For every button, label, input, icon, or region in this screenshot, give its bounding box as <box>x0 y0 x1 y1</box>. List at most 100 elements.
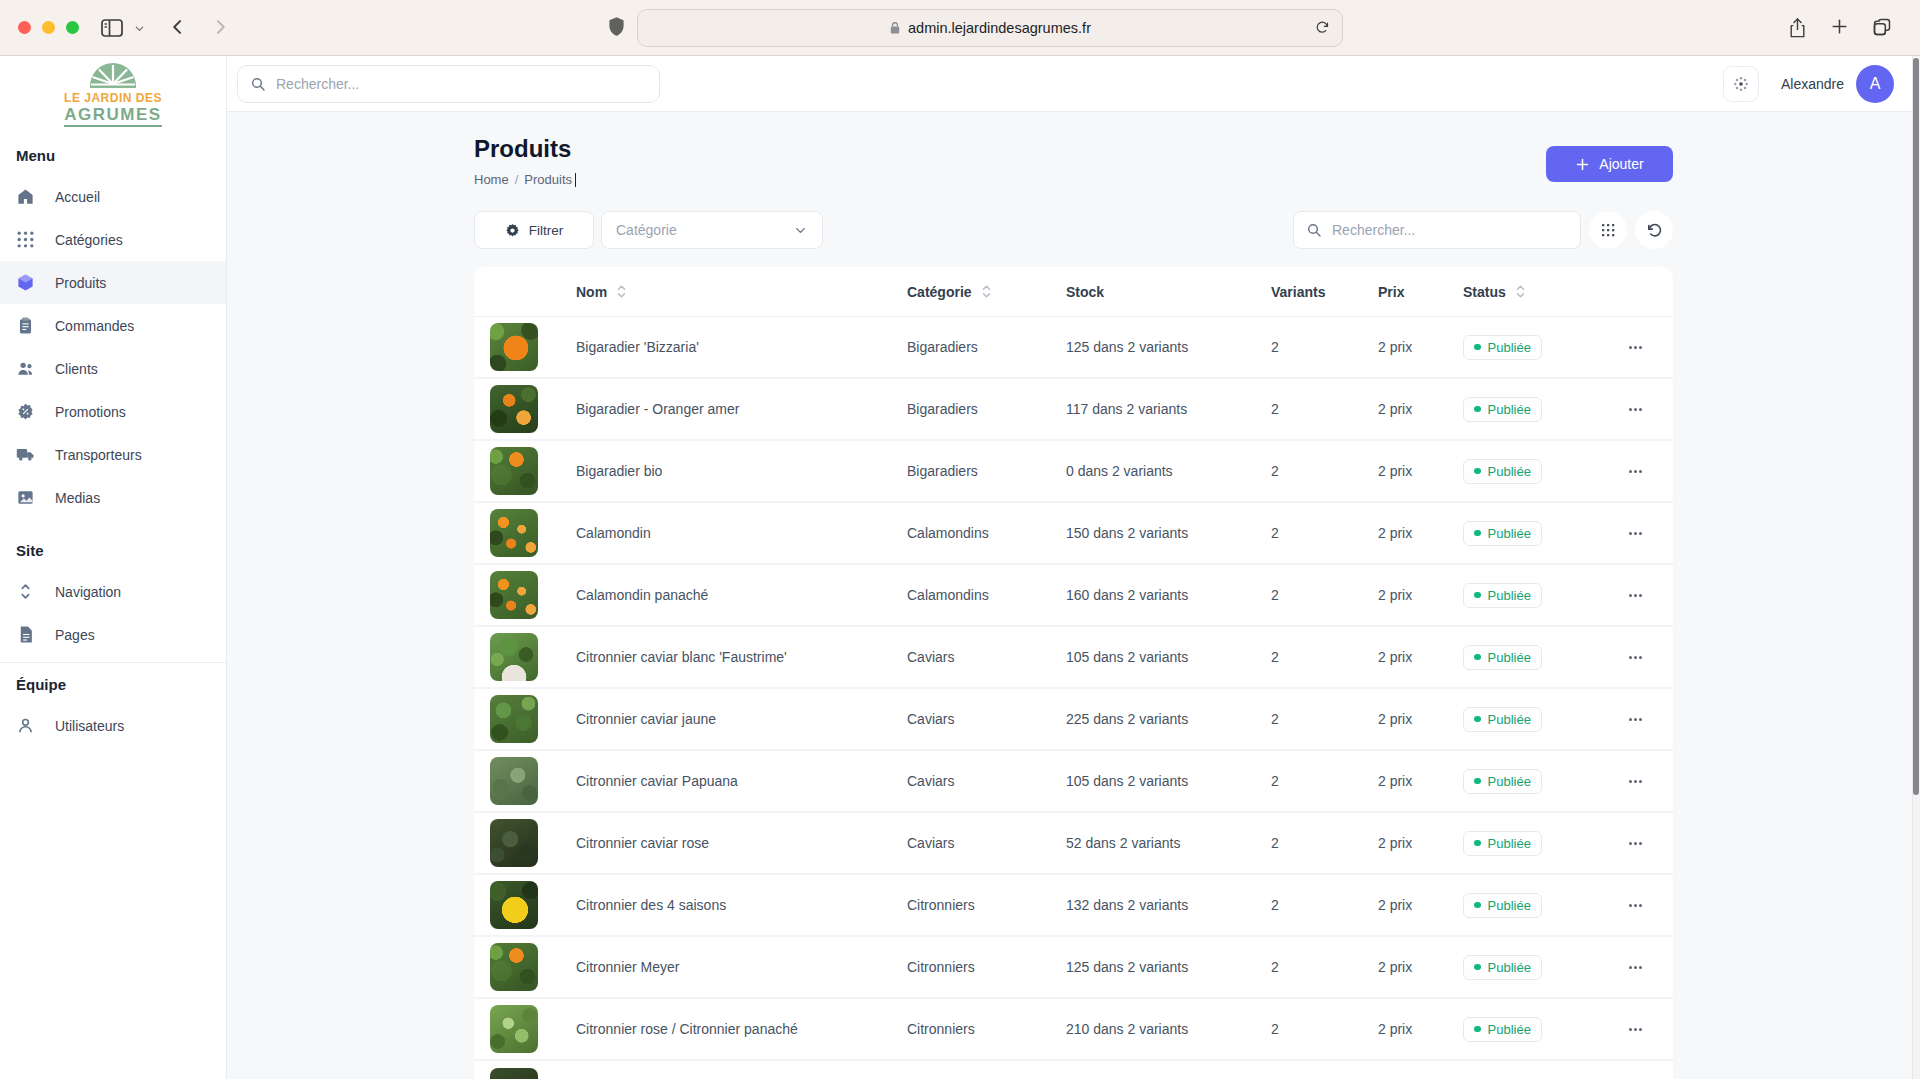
table-search[interactable] <box>1293 211 1581 249</box>
global-search-input[interactable] <box>276 76 647 92</box>
sidebar-item-utilisateurs[interactable]: Utilisateurs <box>0 704 226 747</box>
sidebar-item-medias[interactable]: Medias <box>0 476 226 519</box>
sidebar-nav: MenuAccueilCatégoriesProduitsCommandesCl… <box>0 146 226 747</box>
row-actions-button[interactable] <box>1597 532 1673 535</box>
column-header-cat-gorie[interactable]: Catégorie <box>891 284 1050 300</box>
cell-stock: 117 dans 2 variants <box>1050 401 1255 417</box>
table-search-input[interactable] <box>1332 222 1568 238</box>
row-actions-button[interactable] <box>1597 656 1673 659</box>
row-actions-button[interactable] <box>1597 594 1673 597</box>
column-header-variants: Variants <box>1255 284 1362 300</box>
cell-category: Caviars <box>891 649 1050 665</box>
minimize-window-button[interactable] <box>42 21 55 34</box>
sidebar-item-clients[interactable]: Clients <box>0 347 226 390</box>
row-actions-button[interactable] <box>1597 718 1673 721</box>
cell-name: Calamondin <box>560 525 891 541</box>
address-bar[interactable]: admin.lejardindesagrumes.fr <box>637 9 1343 47</box>
sidebar-toggle-icon[interactable] <box>100 17 124 39</box>
table-row[interactable]: Bigaradier bioBigaradiers0 dans 2 varian… <box>474 441 1673 503</box>
sidebar-item-pages[interactable]: Pages <box>0 613 226 656</box>
row-actions-button[interactable] <box>1597 966 1673 969</box>
cell-price: 2 prix <box>1362 463 1447 479</box>
table-row[interactable]: Citronnier des 4 saisonsCitronniers132 d… <box>474 875 1673 937</box>
category-select[interactable]: Catégorie <box>601 211 823 249</box>
tabs-overview-icon[interactable] <box>1872 17 1892 37</box>
cell-price: 2 prix <box>1362 835 1447 851</box>
sort-icon[interactable] <box>617 284 626 299</box>
row-actions-button[interactable] <box>1597 904 1673 907</box>
close-window-button[interactable] <box>18 21 31 34</box>
sort-icon[interactable] <box>982 284 991 299</box>
sidebar: LE JARDIN DES AGRUMES MenuAccueilCatégor… <box>0 56 227 1079</box>
brand-line2: AGRUMES <box>64 105 161 127</box>
cell-price: 2 prix <box>1362 649 1447 665</box>
table-row[interactable]: Citronnier caviar PapuanaCaviars105 dans… <box>474 751 1673 813</box>
cell-price: 2 prix <box>1362 711 1447 727</box>
topbar: Alexandre A <box>227 56 1920 112</box>
back-button[interactable] <box>168 17 188 37</box>
status-dot <box>1474 406 1481 413</box>
sidebar-item-navigation[interactable]: Navigation <box>0 570 226 613</box>
row-actions-button[interactable] <box>1597 780 1673 783</box>
scrollbar-track[interactable] <box>1912 56 1920 1079</box>
add-product-button[interactable]: Ajouter <box>1546 146 1673 182</box>
table-row[interactable]: Bigaradier - Oranger amerBigaradiers117 … <box>474 379 1673 441</box>
table-row[interactable]: Citronnier caviar jauneCaviars225 dans 2… <box>474 689 1673 751</box>
table-row[interactable] <box>474 1061 1673 1079</box>
status-dot <box>1474 902 1481 909</box>
table-row[interactable]: Citronnier MeyerCitronniers125 dans 2 va… <box>474 937 1673 999</box>
sidebar-item-produits[interactable]: Produits <box>0 261 226 304</box>
cell-variants: 2 <box>1255 1021 1362 1037</box>
table-row[interactable]: Calamondin panachéCalamondins160 dans 2 … <box>474 565 1673 627</box>
column-header-status[interactable]: Status <box>1447 284 1597 300</box>
chevron-down-icon[interactable] <box>134 23 145 34</box>
scrollbar-thumb[interactable] <box>1913 58 1919 795</box>
sidebar-item-transporteurs[interactable]: Transporteurs <box>0 433 226 476</box>
table-row[interactable]: Citronnier rose / Citronnier panachéCitr… <box>474 999 1673 1061</box>
product-thumbnail <box>490 447 538 495</box>
status-badge: Publiée <box>1463 397 1542 422</box>
product-thumbnail <box>490 385 538 433</box>
sidebar-item-accueil[interactable]: Accueil <box>0 175 226 218</box>
row-actions-button[interactable] <box>1597 470 1673 473</box>
avatar[interactable]: A <box>1856 65 1894 103</box>
table-row[interactable]: Citronnier caviar roseCaviars52 dans 2 v… <box>474 813 1673 875</box>
reload-icon[interactable] <box>1315 20 1330 35</box>
share-icon[interactable] <box>1788 17 1807 39</box>
cell-price: 2 prix <box>1362 339 1447 355</box>
table-row[interactable]: CalamondinCalamondins150 dans 2 variants… <box>474 503 1673 565</box>
user-name: Alexandre <box>1781 76 1844 92</box>
table-row[interactable]: Bigaradier 'Bizzaria'Bigaradiers125 dans… <box>474 317 1673 379</box>
status-badge: Publiée <box>1463 459 1542 484</box>
column-header-nom[interactable]: Nom <box>560 284 891 300</box>
filter-button[interactable]: Filtrer <box>474 211 594 249</box>
zoom-window-button[interactable] <box>66 21 79 34</box>
row-actions-button[interactable] <box>1597 346 1673 349</box>
sort-icon[interactable] <box>1516 284 1525 299</box>
user-menu[interactable]: Alexandre A <box>1781 65 1894 103</box>
forward-button[interactable] <box>210 17 230 37</box>
privacy-shield-icon[interactable] <box>608 16 625 37</box>
sidebar-item-cat-gories[interactable]: Catégories <box>0 218 226 261</box>
status-badge: Publiée <box>1463 583 1542 608</box>
product-thumbnail <box>490 819 538 867</box>
row-actions-button[interactable] <box>1597 1028 1673 1031</box>
cell-stock: 0 dans 2 variants <box>1050 463 1255 479</box>
brand-line1: LE JARDIN DES <box>64 91 162 105</box>
table-header: NomCatégorieStockVariantsPrixStatus <box>474 267 1673 317</box>
table-row[interactable]: Citronnier caviar blanc 'Faustrime'Cavia… <box>474 627 1673 689</box>
sidebar-item-commandes[interactable]: Commandes <box>0 304 226 347</box>
sidebar-item-promotions[interactable]: Promotions <box>0 390 226 433</box>
logo[interactable]: LE JARDIN DES AGRUMES <box>0 56 226 144</box>
breadcrumb-home[interactable]: Home <box>474 172 509 187</box>
status-dot <box>1474 592 1481 599</box>
row-actions-button[interactable] <box>1597 842 1673 845</box>
refresh-button[interactable] <box>1635 211 1673 249</box>
new-tab-icon[interactable] <box>1830 17 1849 36</box>
view-toggle-button[interactable] <box>1589 211 1627 249</box>
global-search[interactable] <box>237 65 660 103</box>
theme-toggle-button[interactable] <box>1723 66 1759 102</box>
row-actions-button[interactable] <box>1597 408 1673 411</box>
breadcrumb-current: Produits <box>524 172 572 187</box>
product-thumbnail <box>490 633 538 681</box>
